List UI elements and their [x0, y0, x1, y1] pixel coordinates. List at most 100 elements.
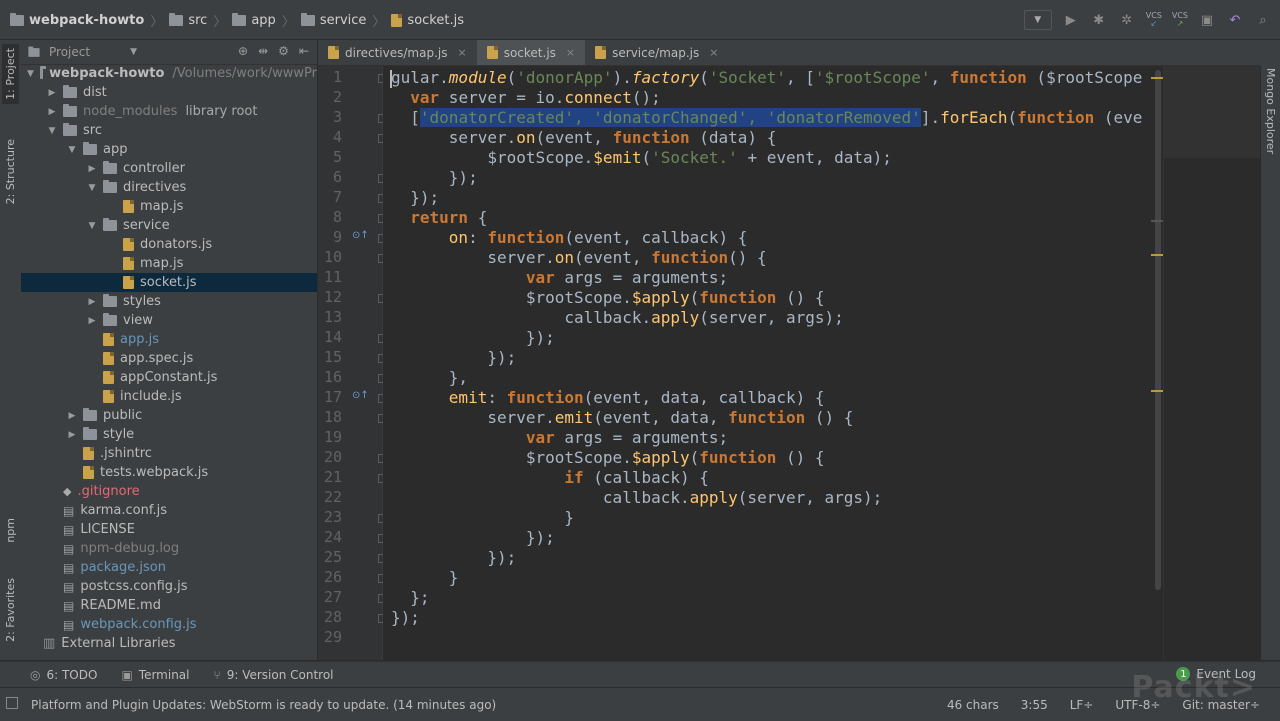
- expand-right-icon[interactable]: ▶: [87, 297, 97, 307]
- override-marker-icon[interactable]: ⊙↑: [352, 390, 369, 401]
- expand-right-icon[interactable]: ▶: [67, 430, 77, 440]
- editor-tab[interactable]: socket.js ×: [476, 40, 586, 65]
- expand-down-icon[interactable]: ▼: [87, 183, 97, 193]
- breadcrumb-item[interactable]: app: [228, 12, 279, 28]
- bottom-tab[interactable]: ⑂ 9: Version Control: [202, 668, 346, 682]
- gear-icon[interactable]: ⚙: [278, 44, 289, 58]
- expand-right-icon[interactable]: ▶: [87, 316, 97, 326]
- tree-item[interactable]: appConstant.js: [21, 368, 317, 387]
- compare-icon[interactable]: ▣: [1198, 11, 1216, 29]
- breadcrumb-item[interactable]: service: [297, 12, 371, 28]
- tree-item[interactable]: ▼ directives: [21, 178, 317, 197]
- editor-tab[interactable]: directives/map.js ×: [318, 40, 477, 65]
- breadcrumb-item[interactable]: webpack-howto: [6, 12, 148, 28]
- debug-icon[interactable]: ✱: [1090, 11, 1108, 29]
- bottom-tab[interactable]: ◎ 6: TODO: [0, 668, 109, 682]
- favorites-tool-tab[interactable]: 2: Favorites: [2, 570, 19, 650]
- tree-item[interactable]: ▼ app: [21, 140, 317, 159]
- caret-position[interactable]: 3:55: [1021, 698, 1048, 712]
- expand-down-icon[interactable]: ▼: [67, 145, 77, 155]
- tree-item[interactable]: ▶ public: [21, 406, 317, 425]
- project-view-dropdown[interactable]: Project: [49, 45, 90, 59]
- tree-item[interactable]: ▶ controller: [21, 159, 317, 178]
- close-icon[interactable]: ×: [709, 46, 718, 59]
- revert-icon[interactable]: ↶: [1226, 11, 1244, 29]
- coverage-icon[interactable]: ✲: [1118, 11, 1136, 29]
- code-line: gular.module('donorApp').factory('Socket…: [391, 68, 1142, 88]
- chevron-down-icon[interactable]: ▼: [130, 47, 137, 57]
- tree-item[interactable]: ▤ karma.conf.js: [21, 501, 317, 520]
- tree-item[interactable]: map.js: [21, 197, 317, 216]
- line-separator[interactable]: LF÷: [1070, 698, 1094, 712]
- tree-item[interactable]: app.js: [21, 330, 317, 349]
- editor-scrollbar[interactable]: [1153, 66, 1163, 660]
- tree-item[interactable]: ▤ README.md: [21, 596, 317, 615]
- tree-item[interactable]: ▤ postcss.config.js: [21, 577, 317, 596]
- breadcrumb-item[interactable]: src: [165, 12, 211, 28]
- expand-down-icon[interactable]: ▼: [47, 126, 57, 136]
- file-icon: ▤: [63, 579, 75, 594]
- tree-item[interactable]: ▶ styles: [21, 292, 317, 311]
- close-icon[interactable]: ×: [457, 46, 466, 59]
- status-panel-icon[interactable]: [6, 697, 18, 709]
- tree-item[interactable]: ▶ dist: [21, 83, 317, 102]
- override-marker-icon[interactable]: ⊙↑: [352, 230, 369, 241]
- tree-item[interactable]: .jshintrc: [21, 444, 317, 463]
- warning-marker[interactable]: [1151, 390, 1163, 392]
- tree-item[interactable]: donators.js: [21, 235, 317, 254]
- npm-tool-tab[interactable]: npm: [2, 510, 19, 550]
- tree-item[interactable]: ▼ src: [21, 121, 317, 140]
- minimap-viewport[interactable]: [1164, 66, 1260, 158]
- locate-icon[interactable]: ⊕: [238, 44, 248, 58]
- editor-tab[interactable]: service/map.js ×: [585, 40, 728, 65]
- bottom-tab-label: Terminal: [138, 668, 190, 682]
- tree-item[interactable]: ▤ LICENSE: [21, 520, 317, 539]
- vcs-update-icon[interactable]: VCS ↙: [1146, 12, 1162, 28]
- line-number: 3: [332, 108, 342, 126]
- tree-item[interactable]: ▥ External Libraries: [21, 634, 317, 653]
- run-icon[interactable]: ▶: [1062, 11, 1080, 29]
- tree-item[interactable]: ▼ service: [21, 216, 317, 235]
- code-minimap[interactable]: [1163, 66, 1261, 660]
- expand-right-icon[interactable]: ▶: [47, 107, 57, 117]
- warning-marker[interactable]: [1151, 220, 1163, 222]
- structure-tool-tab[interactable]: 2: Structure: [2, 132, 19, 212]
- tree-item[interactable]: ▤ package.json: [21, 558, 317, 577]
- tree-item[interactable]: ▼ webpack-howto/Volumes/work/wwwPr: [21, 64, 317, 83]
- tree-item[interactable]: map.js: [21, 254, 317, 273]
- warning-marker[interactable]: [1151, 77, 1163, 79]
- expand-right-icon[interactable]: ▶: [67, 411, 77, 421]
- status-message[interactable]: Platform and Plugin Updates: WebStorm is…: [31, 698, 496, 712]
- tree-item[interactable]: ◆ .gitignore: [21, 482, 317, 501]
- project-tool-tab[interactable]: 1: Project: [2, 44, 19, 104]
- tree-item[interactable]: ▤ webpack.config.js: [21, 615, 317, 634]
- bottom-tab[interactable]: ▣ Terminal: [109, 668, 201, 682]
- close-icon[interactable]: ×: [566, 46, 575, 59]
- code-token: ].: [920, 108, 941, 127]
- expand-right-icon[interactable]: ▶: [47, 88, 57, 98]
- tree-item[interactable]: app.spec.js: [21, 349, 317, 368]
- code-editor[interactable]: gular.module('donorApp').factory('Socket…: [383, 66, 1153, 660]
- code-token: on: [516, 128, 536, 147]
- warning-marker[interactable]: [1151, 254, 1163, 256]
- hide-icon[interactable]: ⇤: [299, 44, 309, 58]
- run-config-dropdown[interactable]: ▼: [1023, 10, 1052, 30]
- search-icon[interactable]: ⌕: [1254, 11, 1272, 29]
- tree-item[interactable]: tests.webpack.js: [21, 463, 317, 482]
- tree-item[interactable]: ▶ node_modules library root: [21, 102, 317, 121]
- tree-item[interactable]: socket.js: [21, 273, 317, 292]
- expand-right-icon[interactable]: ▶: [87, 164, 97, 174]
- tree-item[interactable]: ▤ npm-debug.log: [21, 539, 317, 558]
- collapse-icon[interactable]: ⇹: [258, 44, 268, 58]
- mongo-explorer-tab[interactable]: Mongo Explorer: [1262, 64, 1279, 159]
- folder-icon: [232, 12, 247, 26]
- breadcrumb-item[interactable]: socket.js: [387, 13, 468, 28]
- tree-item[interactable]: include.js: [21, 387, 317, 406]
- expand-down-icon[interactable]: ▼: [27, 69, 34, 79]
- tree-item[interactable]: ▶ style: [21, 425, 317, 444]
- vcs-commit-icon[interactable]: VCS ↗: [1172, 12, 1188, 28]
- scrollbar-thumb[interactable]: [1155, 70, 1161, 590]
- tree-item[interactable]: ▶ view: [21, 311, 317, 330]
- expand-down-icon[interactable]: ▼: [87, 221, 97, 231]
- bottom-tab-label: 9: Version Control: [226, 668, 334, 682]
